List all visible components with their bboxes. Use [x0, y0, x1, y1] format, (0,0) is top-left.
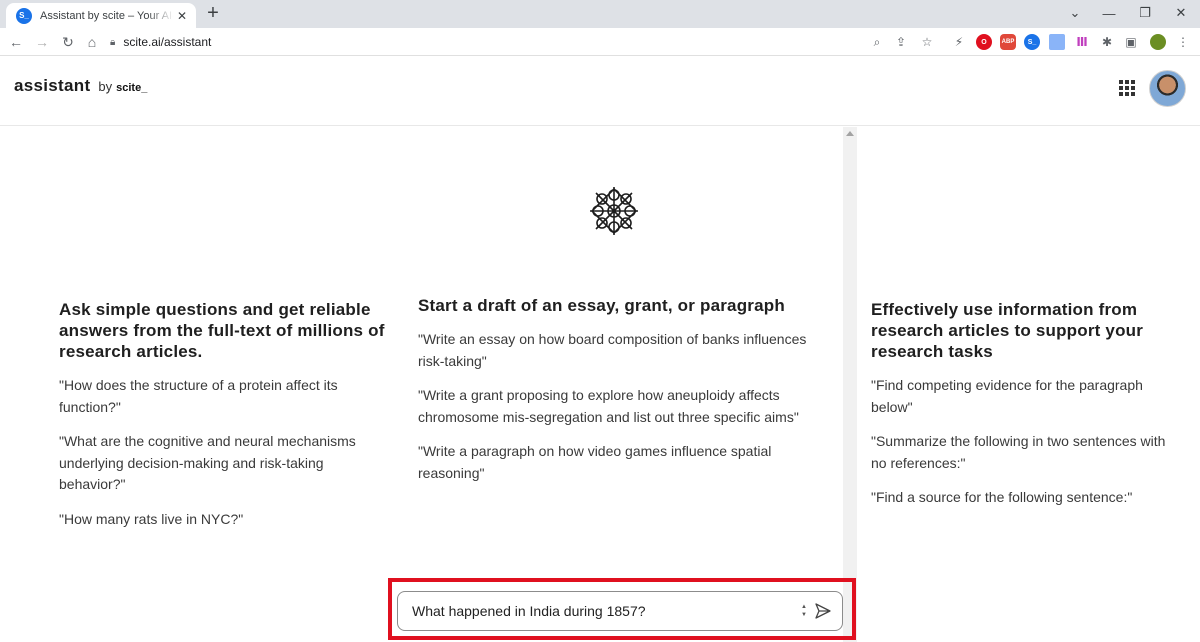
example-prompt[interactable]: "What are the cognitive and neural mecha…	[59, 431, 389, 496]
assistant-knot-logo-icon	[590, 187, 638, 235]
column-heading: Effectively use information from researc…	[871, 300, 1144, 361]
send-icon[interactable]	[814, 602, 832, 620]
browser-menu-icon[interactable]: ⋮	[1174, 32, 1192, 52]
url-text: scite.ai/assistant	[123, 35, 212, 49]
column-heading: Ask simple questions and get reliable an…	[59, 300, 385, 361]
new-tab-button[interactable]: +	[203, 3, 223, 24]
resize-stepper-icon[interactable]: ▲ ▼	[800, 601, 808, 621]
brand-name: assistant	[14, 76, 91, 95]
example-prompt[interactable]: "Write a grant proposing to explore how …	[418, 385, 828, 428]
example-prompt[interactable]: "How does the structure of a protein aff…	[59, 375, 389, 418]
address-bar[interactable]: 🔒︎ scite.ai/assistant	[110, 31, 940, 53]
feature-column-questions: Ask simple questions and get reliable an…	[59, 299, 389, 530]
brand-logo[interactable]: assistant by scite_	[14, 76, 147, 96]
brand-by: by	[98, 79, 113, 94]
example-prompt[interactable]: "Find a source for the following sentenc…	[871, 487, 1171, 509]
browser-toolbar: ← → ↻ ⌂ 🔒︎ scite.ai/assistant ⌕ ⇪ ☆ ⚡︎ O…	[0, 28, 1200, 56]
bookmark-star-icon[interactable]: ☆	[918, 32, 936, 52]
reload-icon[interactable]: ↻	[58, 32, 78, 52]
side-panel-icon[interactable]: ▣	[1122, 32, 1140, 52]
opera-extension-icon[interactable]: O	[976, 34, 992, 50]
restore-window-button[interactable]: ❐	[1130, 2, 1160, 24]
scite-extension-icon[interactable]: S_	[1024, 34, 1040, 50]
tab-search-chevron-down-icon[interactable]: ⌄	[1060, 2, 1090, 24]
tab-close-icon[interactable]: ✕	[174, 8, 190, 24]
example-prompt[interactable]: "How many rats live in NYC?"	[59, 509, 389, 531]
example-prompt[interactable]: "Summarize the following in two sentence…	[871, 431, 1171, 474]
query-input-value[interactable]: What happened in India during 1857?	[412, 603, 800, 619]
scroll-up-arrow-icon[interactable]	[846, 131, 854, 136]
close-window-button[interactable]: ✕	[1166, 2, 1196, 24]
feature-column-research-tasks: Effectively use information from researc…	[871, 299, 1171, 509]
feature-column-drafting: Start a draft of an essay, grant, or par…	[418, 295, 828, 484]
query-input[interactable]: What happened in India during 1857? ▲ ▼	[397, 591, 843, 631]
brand-scite: scite_	[116, 82, 148, 94]
docs-extension-icon[interactable]	[1049, 34, 1065, 50]
puzzle-extensions-icon[interactable]: ✱	[1098, 32, 1116, 52]
lightning-extension-icon[interactable]: ⚡︎	[950, 32, 968, 52]
zoom-icon[interactable]: ⌕	[868, 32, 886, 52]
user-avatar[interactable]	[1149, 70, 1186, 107]
scrollbar-track[interactable]	[843, 127, 857, 642]
main-content: Ask simple questions and get reliable an…	[0, 127, 1200, 642]
profile-avatar-icon[interactable]	[1150, 34, 1166, 50]
tab-title: Assistant by scite – Your AI-Powe	[40, 9, 174, 22]
back-arrow-icon[interactable]: ←	[6, 32, 26, 52]
lock-icon: 🔒︎	[110, 36, 116, 48]
example-prompt[interactable]: "Find competing evidence for the paragra…	[871, 375, 1171, 418]
column-heading: Start a draft of an essay, grant, or par…	[418, 296, 785, 315]
browser-tab-active[interactable]: S_ Assistant by scite – Your AI-Powe ✕	[6, 3, 196, 28]
scite-favicon-icon: S_	[16, 7, 32, 24]
library-extension-icon[interactable]: Ⅲ	[1073, 32, 1091, 52]
minimize-window-button[interactable]: —	[1094, 2, 1124, 24]
example-prompt[interactable]: "Write a paragraph on how video games in…	[418, 441, 828, 484]
share-icon[interactable]: ⇪	[892, 32, 910, 52]
apps-grid-icon[interactable]	[1119, 80, 1135, 96]
browser-tabstrip: S_ Assistant by scite – Your AI-Powe ✕ +…	[0, 0, 1200, 28]
adblock-extension-icon[interactable]: ABP	[1000, 34, 1016, 50]
forward-arrow-icon[interactable]: →	[32, 32, 52, 52]
home-icon[interactable]: ⌂	[82, 32, 102, 52]
app-header: assistant by scite_	[0, 56, 1200, 126]
example-prompt[interactable]: "Write an essay on how board composition…	[418, 329, 828, 372]
